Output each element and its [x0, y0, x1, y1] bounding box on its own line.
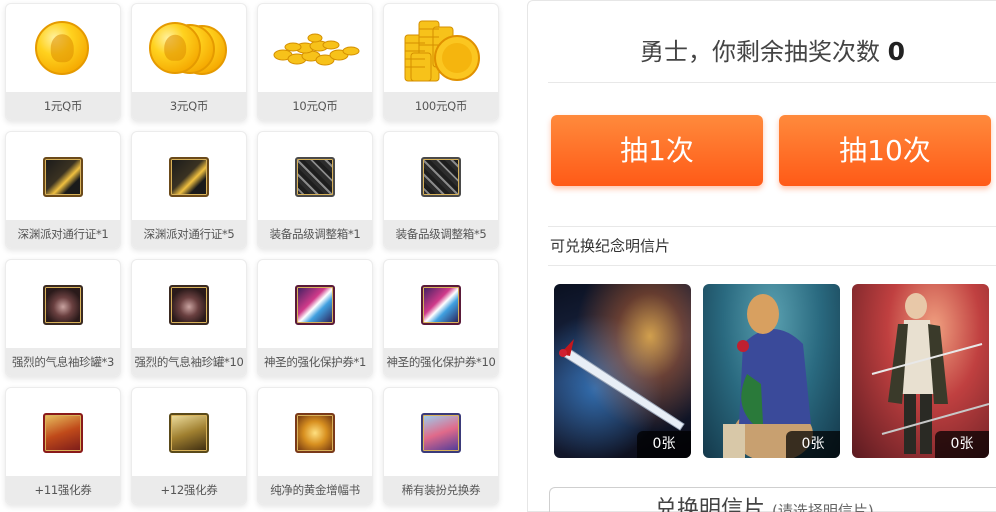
remaining-draws-title: 勇士，你剩余抽奖次数 0: [548, 1, 996, 83]
exchange-hint: (请选择明信片): [772, 502, 874, 512]
draw-ten-button[interactable]: 抽10次: [779, 115, 991, 186]
exchange-label: 兑换明信片: [655, 497, 766, 512]
divider: [548, 265, 996, 266]
plus11-ticket-icon: [6, 388, 120, 478]
prize-card[interactable]: 装备品级调整箱*5: [383, 131, 499, 249]
golden-book-icon: [258, 388, 372, 478]
postcard-hooded-figure[interactable]: 0张: [703, 284, 840, 458]
prize-card[interactable]: 强烈的气息袖珍罐*10: [131, 259, 247, 377]
prize-label: 神圣的强化保护券*1: [258, 348, 372, 376]
draw-once-button[interactable]: 抽1次: [551, 115, 763, 186]
exchange-postcard-button[interactable]: 兑换明信片 (请选择明信片): [549, 487, 996, 512]
prize-label: 1元Q币: [6, 92, 120, 120]
prize-card[interactable]: +11强化券: [5, 387, 121, 505]
postcard-count: 0张: [637, 431, 691, 458]
prize-label: 深渊派对通行证*1: [6, 220, 120, 248]
prize-label: 10元Q币: [258, 92, 372, 120]
postcard-count: 0张: [935, 431, 989, 458]
abyss-pass-icon: [6, 132, 120, 222]
prize-label: 神圣的强化保护券*10: [384, 348, 498, 376]
prize-label: 纯净的黄金增幅书: [258, 476, 372, 504]
prize-card[interactable]: 深渊派对通行证*1: [5, 131, 121, 249]
prize-card[interactable]: 神圣的强化保护券*1: [257, 259, 373, 377]
prize-card[interactable]: 装备品级调整箱*1: [257, 131, 373, 249]
prize-label: 强烈的气息袖珍罐*10: [132, 348, 246, 376]
remaining-draws-count: 0: [887, 37, 906, 66]
coin-stack-icon: [384, 4, 498, 94]
prize-card[interactable]: 1元Q币: [5, 3, 121, 121]
prize-label: 3元Q币: [132, 92, 246, 120]
prize-label: 稀有装扮兑换券: [384, 476, 498, 504]
three-coins-icon: [132, 4, 246, 94]
prize-label: 装备品级调整箱*5: [384, 220, 498, 248]
draw-panel: 勇士，你剩余抽奖次数 0 抽1次 抽10次 可兑换纪念明信片 0张 0张 0张 …: [527, 0, 996, 512]
prize-label: 强烈的气息袖珍罐*3: [6, 348, 120, 376]
equipment-box-icon: [258, 132, 372, 222]
remaining-draws-text: 勇士，你剩余抽奖次数: [639, 38, 880, 66]
postcard-swordsman[interactable]: 0张: [852, 284, 989, 458]
prize-card[interactable]: 神圣的强化保护券*10: [383, 259, 499, 377]
prize-grid: 1元Q币 3元Q币 10元Q币 100元Q币 深渊派对通行证*1 深渊派对通行证…: [0, 0, 520, 512]
prize-label: 深渊派对通行证*5: [132, 220, 246, 248]
prize-card[interactable]: 稀有装扮兑换券: [383, 387, 499, 505]
avatar-ticket-icon: [384, 388, 498, 478]
protection-ticket-icon: [384, 260, 498, 350]
prize-card[interactable]: 纯净的黄金增幅书: [257, 387, 373, 505]
prize-card[interactable]: 深渊派对通行证*5: [131, 131, 247, 249]
prize-label: +11强化券: [6, 476, 120, 504]
plus12-ticket-icon: [132, 388, 246, 478]
prize-card[interactable]: 100元Q币: [383, 3, 499, 121]
abyss-pass-icon: [132, 132, 246, 222]
postcards-heading: 可兑换纪念明信片: [550, 237, 671, 255]
prize-label: 100元Q币: [384, 92, 498, 120]
prize-card[interactable]: 强烈的气息袖珍罐*3: [5, 259, 121, 377]
aura-jar-icon: [6, 260, 120, 350]
aura-jar-icon: [132, 260, 246, 350]
protection-ticket-icon: [258, 260, 372, 350]
postcard-count: 0张: [786, 431, 840, 458]
prize-label: +12强化券: [132, 476, 246, 504]
postcard-nebula-sword[interactable]: 0张: [554, 284, 691, 458]
prize-card[interactable]: 10元Q币: [257, 3, 373, 121]
one-coin-icon: [6, 4, 120, 94]
prize-label: 装备品级调整箱*1: [258, 220, 372, 248]
coin-pile-icon: [258, 4, 372, 94]
prize-card[interactable]: +12强化券: [131, 387, 247, 505]
equipment-box-icon: [384, 132, 498, 222]
prize-card[interactable]: 3元Q币: [131, 3, 247, 121]
